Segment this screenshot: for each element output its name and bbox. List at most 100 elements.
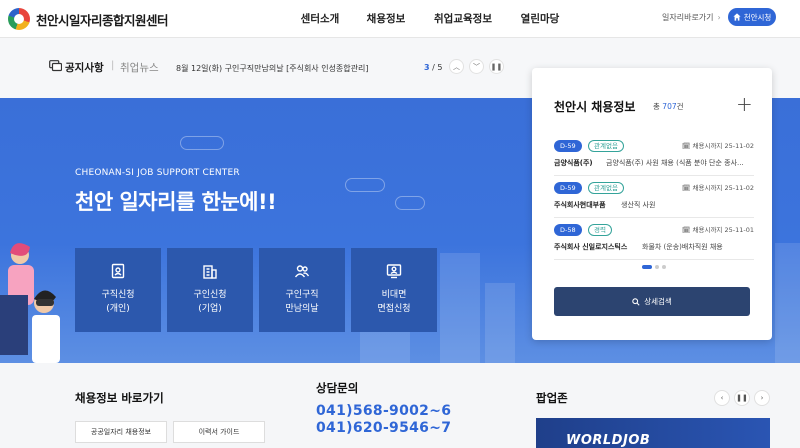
job-count: 총 707건	[653, 101, 684, 112]
nav-open-forum[interactable]: 열린마당	[507, 11, 573, 26]
bg-building	[775, 243, 800, 363]
job-seeker-apply-button[interactable]: 구직신청 (개인)	[75, 248, 161, 332]
worldjob-banner[interactable]: WORLDJOB	[536, 418, 770, 448]
tab-job-news[interactable]: 취업뉴스	[120, 60, 159, 75]
hero-illustration	[0, 243, 60, 363]
nav-training-info[interactable]: 취업교육정보	[419, 11, 507, 26]
home-icon	[733, 13, 741, 21]
notice-pause-button[interactable]: ❚❚	[489, 59, 504, 74]
pause-icon: ❚❚	[736, 394, 748, 402]
job-info-panel: 천안시 채용정보 총 707건 + D-59 관계없음 🗓 채용시까지 25-1…	[532, 68, 772, 340]
contact-phone-1: 041)568-9002~6	[316, 403, 452, 419]
popup-next-button[interactable]: ›	[754, 390, 770, 406]
building-icon	[203, 265, 217, 279]
job-description: 생산직 사원	[621, 201, 656, 209]
pager-total: / 5	[432, 63, 443, 72]
nav-center-intro[interactable]: 센터소개	[287, 11, 353, 26]
video-interview-button[interactable]: 비대면 면접신청	[351, 248, 437, 332]
job-fair-button[interactable]: 구인구직 만남의날	[259, 248, 345, 332]
bg-building	[485, 283, 515, 363]
notice-board-icon	[49, 60, 62, 72]
chevron-left-icon: ‹	[720, 394, 724, 402]
notice-headline[interactable]: 8월 12일(화) 구인구직만남의날 [주식회사 인성종합관리]	[176, 63, 368, 74]
city-hall-button[interactable]: 천안시청	[728, 8, 776, 26]
job-deadline: 🗓 채용시까지 25-11-02	[682, 140, 754, 150]
chevron-right-icon: ›	[760, 394, 764, 402]
bg-cloud	[395, 196, 425, 210]
more-plus-icon[interactable]: +	[736, 92, 753, 116]
carousel-dots	[642, 265, 666, 269]
carousel-dot[interactable]	[662, 265, 666, 269]
quick-button-sublabel: (개인)	[106, 304, 130, 314]
people-icon	[294, 265, 310, 278]
job-deadline-text: 채용시까지 25-11-02	[692, 184, 754, 192]
search-icon	[632, 297, 640, 306]
notice-next-button[interactable]: ﹀	[469, 59, 484, 74]
calendar-icon: 🗓	[682, 142, 691, 150]
dday-badge: D-59	[554, 140, 582, 152]
video-interview-icon	[386, 264, 402, 279]
contact-phone-2: 041)620-9546~7	[316, 420, 452, 436]
hero-title: 천안 일자리를 한눈에!!	[75, 190, 277, 214]
chevron-right-icon: ›	[717, 13, 721, 22]
bg-cloud	[180, 136, 224, 150]
job-deadline: 🗓 채용시까지 25-11-02	[682, 182, 754, 192]
site-logo[interactable]: 천안시일자리종합지원센터	[8, 8, 169, 30]
city-hall-label: 천안시청	[743, 12, 772, 22]
quick-button-sublabel: (기업)	[198, 304, 222, 314]
resume-guide-link[interactable]: 이력서 가이드	[173, 421, 265, 443]
detail-search-button[interactable]: 상세검색	[554, 287, 750, 316]
job-deadline-text: 채용시까지 25-11-01	[692, 226, 754, 234]
popup-zone-title: 팝업존	[536, 391, 568, 405]
job-list-item[interactable]: D-59 관계없음 🗓 채용시까지 25-11-02 금양식품(주) 금양식품(…	[554, 138, 754, 176]
career-type-badge: 관계없음	[588, 182, 624, 194]
job-deadline-text: 채용시까지 25-11-02	[692, 142, 754, 150]
chevron-up-icon: ︿	[453, 62, 460, 71]
popup-prev-button[interactable]: ‹	[714, 390, 730, 406]
main-nav: 센터소개 채용정보 취업교육정보 열린마당	[287, 11, 573, 26]
logo-text: 천안시일자리종합지원센터	[36, 12, 169, 28]
bottom-section: 채용정보 바로가기 공공일자리 채용정보 이력서 가이드 상담문의 041)56…	[0, 363, 800, 448]
quick-button-label: 구인구직	[285, 290, 319, 300]
job-deadline: 🗓 채용시까지 25-11-01	[682, 224, 754, 234]
hero-subtitle: CHEONAN-SI JOB SUPPORT CENTER	[75, 168, 240, 178]
job-description: 금양식품(주) 사원 채용 (식품 분야 단순 종사...	[606, 159, 744, 167]
carousel-dot-active[interactable]	[642, 265, 652, 269]
bg-building	[440, 253, 480, 363]
popup-pause-button[interactable]: ❚❚	[734, 390, 750, 406]
job-description: 화물차 (운송)배차직원 채용	[642, 243, 723, 251]
logo-emblem-icon	[8, 8, 30, 30]
bg-cloud	[345, 178, 385, 192]
quick-button-sublabel: 만남의날	[285, 304, 319, 314]
pause-icon: ❚❚	[490, 62, 503, 71]
job-panel-title: 천안시 채용정보	[554, 100, 636, 114]
career-type-badge: 경력	[588, 224, 612, 236]
quick-button-label: 구직신청	[101, 290, 135, 300]
job-count-number: 707	[662, 102, 677, 111]
chevron-down-icon: ﹀	[473, 62, 480, 71]
dday-badge: D-58	[554, 224, 582, 236]
calendar-icon: 🗓	[682, 226, 691, 234]
pager-current: 3	[424, 63, 430, 72]
quick-button-label: 비대면	[381, 290, 407, 300]
carousel-dot[interactable]	[655, 265, 659, 269]
quick-link-label: 일자리바로가기	[662, 13, 714, 22]
public-jobs-link[interactable]: 공공일자리 채용정보	[75, 421, 167, 443]
job-list-item[interactable]: D-59 관계없음 🗓 채용시까지 25-11-02 주식회사현대부품 생산직 …	[554, 180, 754, 218]
detail-search-label: 상세검색	[644, 297, 672, 306]
career-type-badge: 관계없음	[588, 140, 624, 152]
quick-button-sublabel: 면접신청	[377, 304, 411, 314]
tab-notice[interactable]: 공지사항	[65, 60, 104, 75]
notice-prev-button[interactable]: ︿	[449, 59, 464, 74]
job-count-prefix: 총	[653, 102, 660, 111]
employer-apply-button[interactable]: 구인신청 (기업)	[167, 248, 253, 332]
job-company: 금양식품(주)	[554, 159, 593, 167]
quick-link[interactable]: 일자리바로가기 ›	[662, 12, 721, 23]
calendar-icon: 🗓	[682, 184, 691, 192]
job-count-suffix: 건	[676, 102, 684, 111]
job-list-item[interactable]: D-58 경력 🗓 채용시까지 25-11-01 주식회사 신일로지스틱스 화물…	[554, 222, 754, 260]
nav-job-info[interactable]: 채용정보	[353, 11, 419, 26]
dday-badge: D-59	[554, 182, 582, 194]
popup-banner-text: WORLDJOB	[566, 433, 651, 448]
tab-divider: |	[111, 60, 115, 71]
